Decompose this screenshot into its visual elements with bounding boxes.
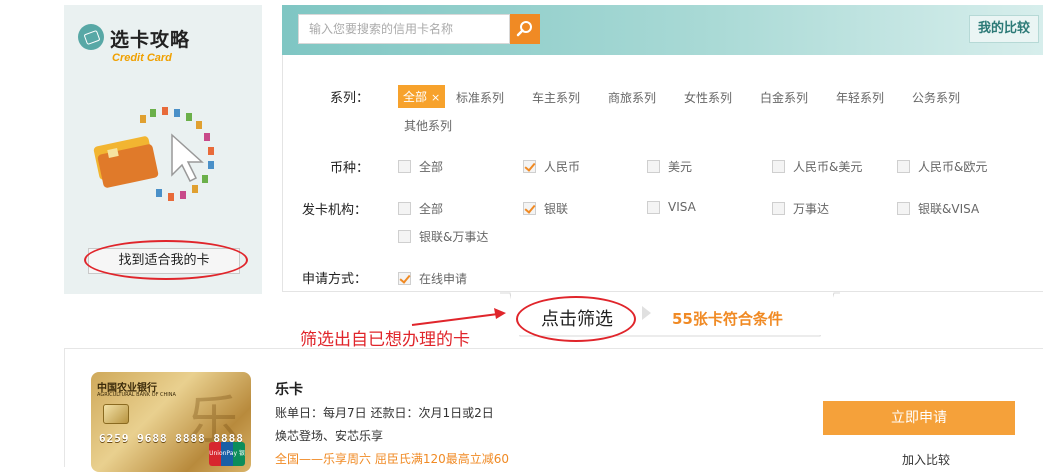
checkbox-label: 美元 <box>668 160 693 174</box>
annotation-circle-find <box>84 240 248 280</box>
close-icon[interactable]: × <box>431 91 440 104</box>
checkbox-box[interactable] <box>647 160 660 173</box>
checkbox-box-checked[interactable] <box>398 272 411 285</box>
series-option[interactable]: 女性系列 <box>684 89 732 106</box>
checkbox-box[interactable] <box>897 160 910 173</box>
card-bank-en: AGRICULTURAL BANK OF CHINA <box>97 392 176 398</box>
checkbox-box[interactable] <box>772 202 785 215</box>
currency-checkbox[interactable]: 人民币&欧元 <box>897 158 987 175</box>
checkbox-box[interactable] <box>647 200 660 214</box>
currency-checkbox[interactable]: 人民币&美元 <box>772 158 862 175</box>
checkbox-box[interactable] <box>772 160 785 173</box>
checkbox-label: 银联&万事达 <box>419 230 489 244</box>
unionpay-logo: UnionPay 银联 <box>209 442 245 466</box>
checkbox-box-checked[interactable] <box>523 160 536 173</box>
currency-checkbox[interactable]: 美元 <box>647 158 692 175</box>
apply-now-button[interactable]: 立即申请 <box>823 401 1015 435</box>
issuer-checkbox[interactable]: VISA <box>647 200 696 214</box>
series-option[interactable]: 其他系列 <box>404 117 452 134</box>
series-option[interactable]: 商旅系列 <box>608 89 656 106</box>
series-label: 系列： <box>330 91 370 106</box>
checkbox-label: 万事达 <box>793 202 830 216</box>
series-option[interactable]: 年轻系列 <box>836 89 884 106</box>
checkbox-label: 全部 <box>419 202 444 216</box>
search-icon <box>516 21 532 37</box>
series-option[interactable]: 公务系列 <box>912 89 960 106</box>
checkbox-box[interactable] <box>897 202 910 215</box>
checkbox-label: 人民币&美元 <box>793 160 863 174</box>
checkbox-label: 银联 <box>544 202 569 216</box>
add-compare-link[interactable]: 加入比较 <box>902 451 950 468</box>
card-name[interactable]: 乐卡 <box>275 379 303 399</box>
card-promo-link[interactable]: 全国——乐享周六 屈臣氏满120最高立减60 <box>275 450 509 467</box>
annotation-text: 筛选出自已想办理的卡 <box>300 330 470 350</box>
promo-title: 选卡攻略 <box>110 29 191 51</box>
card-billing-info: 账单日：每月7日 还款日：次月1日或2日 <box>275 406 494 420</box>
chip-icon <box>103 404 129 424</box>
series-option[interactable]: 车主系列 <box>532 89 580 106</box>
series-option[interactable]: 白金系列 <box>760 89 808 106</box>
card-feature: 焕芯登场、安芯乐享 <box>275 429 384 443</box>
issuer-checkbox[interactable]: 银联 <box>523 200 568 217</box>
checkbox-label: VISA <box>668 200 696 214</box>
issuer-checkbox[interactable]: 银联&万事达 <box>398 228 488 245</box>
checkbox-label: 在线申请 <box>419 272 468 286</box>
issuer-checkbox[interactable]: 银联&VISA <box>897 200 979 217</box>
card-logo-icon <box>78 24 104 50</box>
apply-method-checkbox[interactable]: 在线申请 <box>398 270 467 287</box>
checkbox-box[interactable] <box>398 202 411 215</box>
credit-card-illustration <box>93 107 214 201</box>
issuer-checkbox[interactable]: 全部 <box>398 200 443 217</box>
search-input[interactable]: 输入您要搜索的信用卡名称 <box>298 14 510 44</box>
checkbox-label: 银联&VISA <box>918 202 980 216</box>
checkbox-box[interactable] <box>398 230 411 243</box>
annotation-circle-filter <box>516 296 636 342</box>
my-compare-button[interactable]: 我的比较 <box>969 15 1039 43</box>
match-count: 55张卡符合条件 <box>672 310 783 328</box>
search-bar: 输入您要搜索的信用卡名称 我的比较 <box>282 5 1043 55</box>
issuer-label: 发卡机构： <box>302 203 368 218</box>
issuer-checkbox[interactable]: 万事达 <box>772 200 829 217</box>
series-option-selected[interactable]: 全部 × <box>398 85 446 108</box>
checkbox-box[interactable] <box>398 160 411 173</box>
checkbox-label: 人民币 <box>544 160 581 174</box>
promo-subtitle: Credit Card <box>112 52 172 64</box>
series-selected-label: 全部 <box>403 90 428 104</box>
card-image[interactable]: 中国农业银行 AGRICULTURAL BANK OF CHINA 乐 6259… <box>91 372 251 472</box>
currency-checkbox[interactable]: 人民币 <box>523 158 580 175</box>
stacked-cards <box>93 136 159 188</box>
search-button[interactable] <box>510 14 540 44</box>
currency-label: 币种： <box>330 161 370 176</box>
series-option[interactable]: 标准系列 <box>456 89 504 106</box>
chevron-right-icon <box>642 306 651 320</box>
checkbox-label: 人民币&欧元 <box>918 160 988 174</box>
cursor-icon <box>171 133 204 183</box>
checkbox-box-checked[interactable] <box>523 202 536 215</box>
currency-checkbox[interactable]: 全部 <box>398 158 443 175</box>
apply-method-label: 申请方式： <box>302 272 368 287</box>
checkbox-label: 全部 <box>419 160 444 174</box>
